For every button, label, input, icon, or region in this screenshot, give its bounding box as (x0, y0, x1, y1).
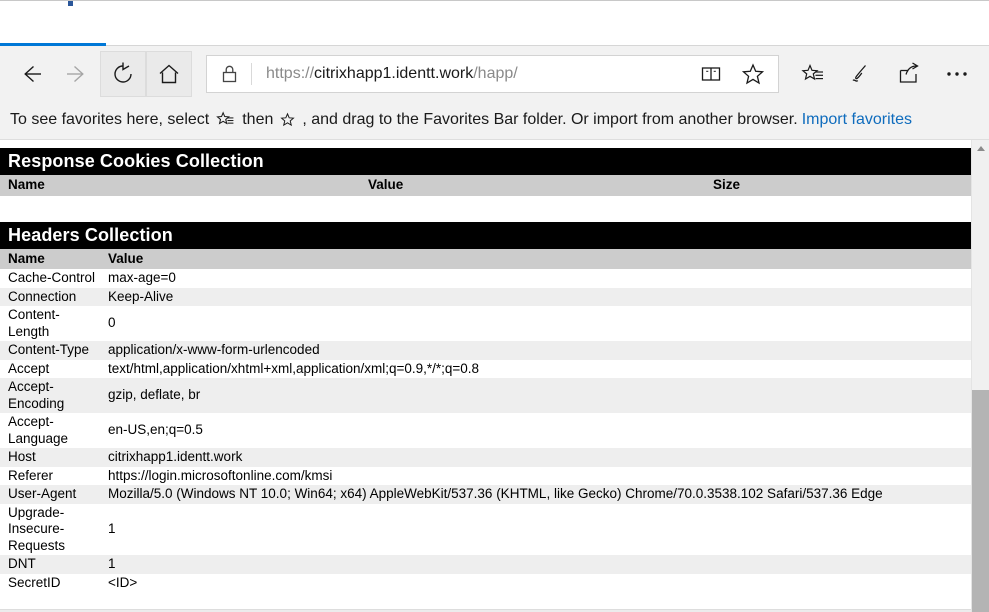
header-value: text/html,application/xhtml+xml,applicat… (100, 360, 971, 379)
url-path: /happ/ (473, 65, 517, 82)
header-name: SecretID (0, 574, 100, 593)
header-name: Referer (0, 467, 100, 486)
aspnet-trace-output: Response Cookies Collection Name Value S… (0, 148, 971, 592)
header-name: Accept (0, 360, 100, 379)
column-header-value: Value (100, 249, 971, 270)
back-button[interactable] (8, 51, 54, 97)
favorites-hint-text-1: To see favorites here, select (10, 111, 209, 129)
header-name: Host (0, 448, 100, 467)
table-row: Cache-Control max-age=0 (0, 269, 971, 288)
header-value: en-US,en;q=0.5 (100, 413, 971, 448)
header-name: Accept-Encoding (0, 378, 100, 413)
table-row: Referer https://login.microsoftonline.co… (0, 467, 971, 486)
page-content-area: Response Cookies Collection Name Value S… (0, 140, 989, 612)
header-name: Connection (0, 288, 100, 307)
header-name: DNT (0, 555, 100, 574)
header-value: 1 (100, 555, 971, 574)
hub-button[interactable] (789, 51, 837, 97)
home-button[interactable] (146, 51, 192, 97)
table-row: Accept-Encoding gzip, deflate, br (0, 378, 971, 413)
table-row: User-Agent Mozilla/5.0 (Windows NT 10.0;… (0, 485, 971, 504)
address-bar-icons (690, 56, 778, 92)
table-row: Content-Type application/x-www-form-urle… (0, 341, 971, 360)
share-icon (897, 62, 921, 86)
share-button[interactable] (885, 51, 933, 97)
address-bar[interactable]: https://citrixhapp1.identt.work/happ/ (206, 55, 779, 93)
site-security-lock[interactable] (207, 56, 251, 92)
header-name: Upgrade-Insecure-Requests (0, 504, 100, 556)
favorites-hint-text-3: , and drag to the Favorites Bar folder. … (302, 111, 797, 129)
table-row: Upgrade-Insecure-Requests 1 (0, 504, 971, 556)
table-row: DNT 1 (0, 555, 971, 574)
favorites-bar: To see favorites here, select then , and… (0, 101, 989, 140)
arrow-right-icon (64, 61, 90, 87)
tab-drag-indicator (68, 1, 73, 6)
response-cookies-table: Name Value Size (0, 175, 971, 196)
lock-icon (221, 64, 238, 84)
header-name: Cache-Control (0, 269, 100, 288)
trace-page: Response Cookies Collection Name Value S… (0, 140, 971, 612)
url-scheme: https:// (266, 65, 314, 82)
header-name: Accept-Language (0, 413, 100, 448)
import-favorites-link[interactable]: Import favorites (802, 111, 912, 129)
hub-favorites-icon (801, 62, 825, 86)
arrow-left-icon (18, 61, 44, 87)
table-row-secretid: SecretID <ID> (0, 574, 971, 593)
column-header-value: Value (360, 175, 705, 196)
header-value: citrixhapp1.identt.work (100, 448, 971, 467)
table-header-row: Name Value Size (0, 175, 971, 196)
section-title-response-cookies: Response Cookies Collection (0, 148, 971, 175)
header-value: https://login.microsoftonline.com/kmsi (100, 467, 971, 486)
section-spacer (0, 196, 971, 222)
header-value: max-age=0 (100, 269, 971, 288)
table-row: Host citrixhapp1.identt.work (0, 448, 971, 467)
tab-strip (0, 0, 989, 46)
star-icon (280, 112, 295, 127)
header-value: <ID> (100, 574, 971, 593)
vertical-scrollbar[interactable] (971, 140, 989, 612)
header-value: application/x-www-form-urlencoded (100, 341, 971, 360)
favorites-hint-text-2: then (242, 111, 273, 129)
table-row: Accept-Language en-US,en;q=0.5 (0, 413, 971, 448)
address-url-text[interactable]: https://citrixhapp1.identt.work/happ/ (252, 64, 690, 84)
more-ellipsis-icon (944, 70, 970, 78)
hub-favorites-icon (216, 110, 235, 129)
reading-view-button[interactable] (690, 56, 732, 92)
table-row: Accept text/html,application/xhtml+xml,a… (0, 360, 971, 379)
header-name: Content-Length (0, 306, 100, 341)
header-value: 1 (100, 504, 971, 556)
chevron-up-icon (977, 146, 985, 151)
vertical-scrollbar-thumb[interactable] (972, 390, 989, 612)
web-notes-pen-icon (849, 62, 873, 86)
toolbar-right-icons (789, 51, 981, 97)
table-header-row: Name Value (0, 249, 971, 270)
header-value: Keep-Alive (100, 288, 971, 307)
book-icon (700, 63, 722, 85)
forward-button[interactable] (54, 51, 100, 97)
add-favorite-button[interactable] (732, 56, 774, 92)
column-header-size: Size (705, 175, 971, 196)
browser-tab-active[interactable] (0, 1, 106, 46)
url-host: citrixhapp1.identt.work (314, 65, 473, 82)
column-header-name: Name (0, 175, 360, 196)
table-row: Content-Length 0 (0, 306, 971, 341)
navigation-toolbar: https://citrixhapp1.identt.work/happ/ (0, 46, 989, 101)
header-name: Content-Type (0, 341, 100, 360)
star-icon (741, 62, 765, 86)
header-value: gzip, deflate, br (100, 378, 971, 413)
section-title-headers: Headers Collection (0, 222, 971, 249)
header-name: User-Agent (0, 485, 100, 504)
refresh-button[interactable] (100, 51, 146, 97)
table-row: Connection Keep-Alive (0, 288, 971, 307)
web-notes-button[interactable] (837, 51, 885, 97)
headers-table: Name Value Cache-Control max-age=0 Conne… (0, 249, 971, 593)
home-icon (157, 62, 181, 86)
header-value: 0 (100, 306, 971, 341)
refresh-icon (111, 62, 135, 86)
header-value: Mozilla/5.0 (Windows NT 10.0; Win64; x64… (100, 485, 971, 504)
scroll-up-button[interactable] (972, 140, 989, 157)
column-header-name: Name (0, 249, 100, 270)
browser-window: https://citrixhapp1.identt.work/happ/ (0, 0, 989, 612)
more-button[interactable] (933, 51, 981, 97)
